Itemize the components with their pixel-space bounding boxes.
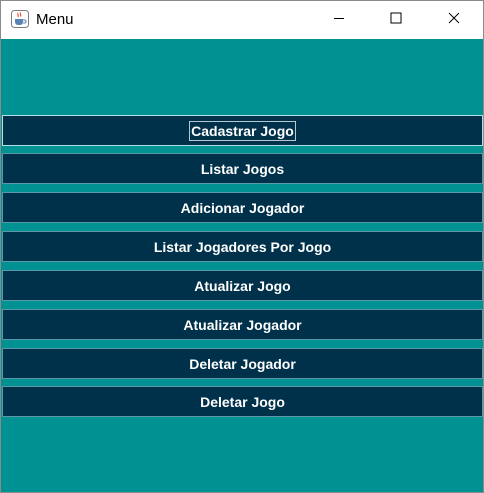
atualizar-jogador-button[interactable]: Atualizar Jogador <box>2 309 483 340</box>
button-label: Cadastrar Jogo <box>189 120 296 141</box>
app-window: Menu Cadastrar Jogo Listar Jogos Adicion… <box>0 0 484 493</box>
button-label: Atualizar Jogador <box>183 316 302 333</box>
maximize-button[interactable] <box>367 1 425 39</box>
button-label: Atualizar Jogo <box>194 277 291 294</box>
window-title: Menu <box>36 11 74 28</box>
maximize-icon <box>390 11 402 29</box>
title-bar[interactable]: Menu <box>1 1 483 39</box>
listar-jogos-button[interactable]: Listar Jogos <box>2 153 483 184</box>
minimize-button[interactable] <box>310 1 368 39</box>
atualizar-jogo-button[interactable]: Atualizar Jogo <box>2 270 483 301</box>
button-label: Adicionar Jogador <box>180 199 305 216</box>
button-label: Listar Jogadores Por Jogo <box>153 238 332 255</box>
listar-jogadores-por-jogo-button[interactable]: Listar Jogadores Por Jogo <box>2 231 483 262</box>
java-coffee-icon <box>11 10 29 28</box>
menu-panel: Cadastrar Jogo Listar Jogos Adicionar Jo… <box>1 39 483 493</box>
deletar-jogo-button[interactable]: Deletar Jogo <box>2 386 483 417</box>
button-label: Deletar Jogador <box>189 355 296 372</box>
button-label: Listar Jogos <box>200 160 285 177</box>
close-icon <box>448 11 460 29</box>
minimize-icon <box>333 11 345 29</box>
close-button[interactable] <box>425 1 483 39</box>
cadastrar-jogo-button[interactable]: Cadastrar Jogo <box>2 115 483 146</box>
adicionar-jogador-button[interactable]: Adicionar Jogador <box>2 192 483 223</box>
button-label: Deletar Jogo <box>200 393 285 410</box>
deletar-jogador-button[interactable]: Deletar Jogador <box>2 348 483 379</box>
